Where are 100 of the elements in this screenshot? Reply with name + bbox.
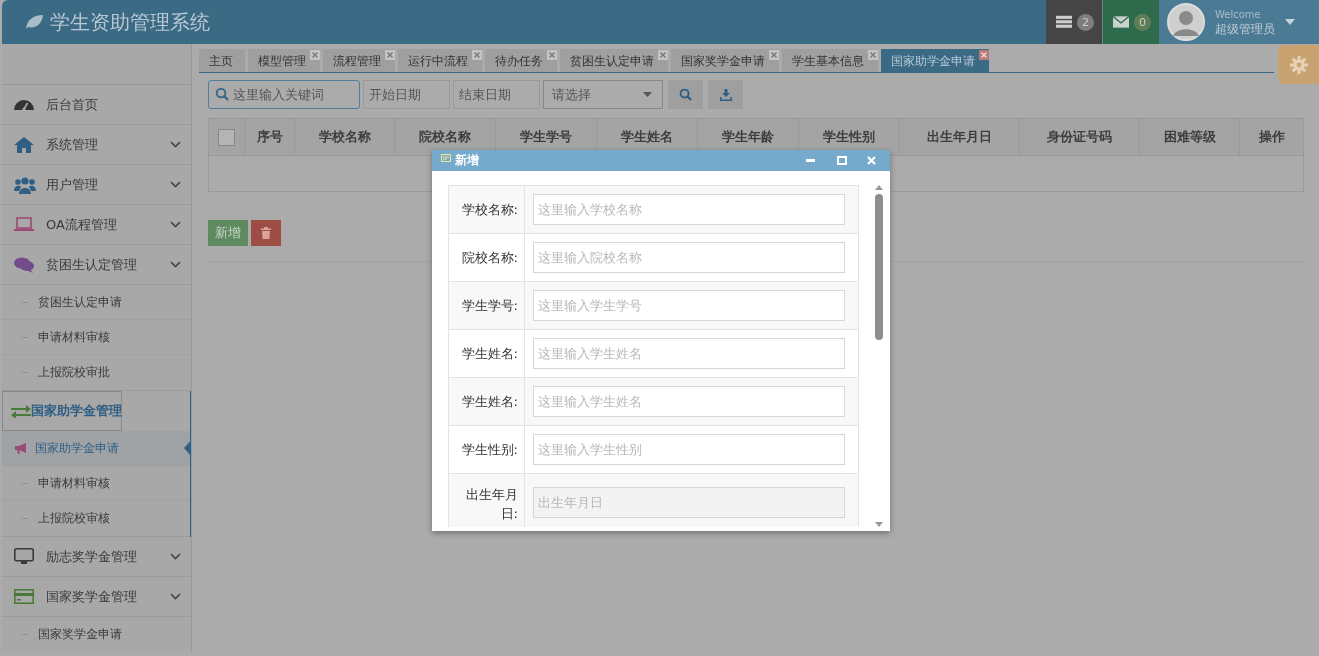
credit-card-icon bbox=[14, 589, 34, 604]
window-icon bbox=[441, 154, 451, 162]
menu-item[interactable]: 贫困生认定管理 bbox=[2, 245, 191, 285]
welcome-text: Welcome bbox=[1215, 8, 1262, 22]
input-field[interactable]: 这里输入学校名称 bbox=[533, 194, 845, 225]
settings-icon bbox=[1289, 55, 1308, 74]
column-header: 困难等级 bbox=[1140, 119, 1240, 155]
close-icon[interactable] bbox=[868, 50, 878, 60]
field-label: 学校名称: bbox=[449, 186, 525, 233]
envelope-icon bbox=[1113, 16, 1129, 28]
scroll-down-icon[interactable] bbox=[875, 522, 883, 527]
tab[interactable]: 运行中流程 bbox=[398, 49, 482, 72]
field-label: 院校名称: bbox=[449, 234, 525, 281]
checkbox[interactable] bbox=[218, 128, 235, 146]
add-button[interactable]: 新增 bbox=[208, 220, 248, 246]
megaphone-icon bbox=[15, 442, 27, 454]
input-field[interactable]: 这里输入学生性别 bbox=[533, 434, 845, 465]
menu-item[interactable]: 国家奖学金管理 bbox=[2, 577, 191, 617]
laptop-icon bbox=[14, 217, 34, 232]
input-field[interactable]: 这里输入学生姓名 bbox=[533, 338, 845, 369]
field-label: 出生年月日: bbox=[449, 474, 525, 527]
close-icon[interactable] bbox=[385, 50, 395, 60]
tab[interactable]: 模型管理 bbox=[248, 49, 320, 72]
avatar-icon bbox=[1167, 3, 1205, 41]
tab[interactable]: 主页 bbox=[199, 49, 245, 72]
leaf-icon bbox=[24, 14, 44, 30]
dialog-title: 新增 bbox=[455, 152, 479, 169]
scroll-up-icon[interactable] bbox=[875, 185, 883, 190]
chat-bubbles-icon bbox=[14, 256, 34, 273]
download-icon bbox=[719, 88, 732, 101]
trash-icon bbox=[261, 227, 271, 239]
close-icon[interactable] bbox=[310, 50, 320, 60]
close-icon[interactable] bbox=[769, 50, 779, 60]
user-menu[interactable]: Welcome 超级管理员 bbox=[1159, 0, 1319, 44]
tab[interactable]: 国家助学金申请 bbox=[881, 49, 989, 72]
tab[interactable]: 贫困生认定申请 bbox=[560, 49, 668, 72]
close-icon[interactable] bbox=[547, 50, 557, 60]
tab[interactable]: 国家奖学金申请 bbox=[671, 49, 779, 72]
close-icon[interactable] bbox=[658, 50, 668, 60]
maximize-icon[interactable] bbox=[837, 156, 847, 165]
select-dropdown[interactable]: 请选择 bbox=[543, 80, 663, 109]
menu-item[interactable]: 用户管理 bbox=[2, 165, 191, 205]
monitor-icon bbox=[14, 548, 34, 565]
search-icon bbox=[215, 87, 229, 101]
submenu-item[interactable]: 国家助学金申请 bbox=[2, 431, 190, 466]
end-date-field[interactable]: 结束日期 bbox=[453, 80, 540, 109]
menu-item[interactable]: 励志奖学金管理 bbox=[2, 537, 191, 577]
chevron-down-icon bbox=[170, 221, 181, 228]
menu-item[interactable]: 国家助学金管理 bbox=[2, 391, 122, 431]
field-label: 学生姓名: bbox=[449, 330, 525, 377]
settings-button[interactable] bbox=[1278, 45, 1319, 84]
menu-item[interactable]: OA流程管理 bbox=[2, 205, 191, 245]
tasks-button[interactable]: 2 bbox=[1046, 0, 1102, 44]
submenu-item[interactable]: 上报院校审核 bbox=[2, 501, 190, 536]
count-badge: 2 bbox=[1077, 13, 1094, 31]
column-header: 学校名称 bbox=[295, 119, 395, 155]
submenu-item[interactable]: 上报院校审批 bbox=[2, 355, 191, 390]
field-label: 学生学号: bbox=[449, 282, 525, 329]
close-icon[interactable] bbox=[472, 50, 482, 60]
column-header: 出生年月日 bbox=[900, 119, 1020, 155]
menu-item[interactable]: 系统管理 bbox=[2, 125, 191, 165]
search-button[interactable] bbox=[668, 80, 703, 109]
input-field[interactable]: 这里输入院校名称 bbox=[533, 242, 845, 273]
active-indicator bbox=[184, 439, 191, 457]
submenu-item[interactable]: 申请材料审核 bbox=[2, 466, 190, 501]
download-button[interactable] bbox=[708, 80, 743, 109]
column-header: 序号 bbox=[245, 119, 295, 155]
messages-button[interactable]: 0 bbox=[1102, 0, 1159, 44]
app-title: 学生资助管理系统 bbox=[50, 8, 210, 36]
submenu-item[interactable]: 贫困生认定申请 bbox=[2, 285, 191, 320]
input-field[interactable]: 这里输入学生学号 bbox=[533, 290, 845, 321]
dashboard-icon bbox=[14, 99, 34, 110]
menu-item[interactable]: 后台首页 bbox=[2, 85, 191, 125]
submenu-item[interactable]: 申请材料审核 bbox=[2, 320, 191, 355]
chevron-down-icon bbox=[170, 261, 181, 268]
field-label: 学生姓名: bbox=[449, 378, 525, 425]
count-badge: 0 bbox=[1134, 13, 1151, 31]
input-field[interactable]: 这里输入学生姓名 bbox=[533, 386, 845, 417]
start-date-field[interactable]: 开始日期 bbox=[363, 80, 450, 109]
user-name: 超级管理员 bbox=[1215, 22, 1275, 36]
chevron-down-icon bbox=[170, 553, 181, 560]
chevron-down-icon bbox=[170, 181, 181, 188]
tab[interactable]: 学生基本信息 bbox=[782, 49, 878, 72]
column-header: 操作 bbox=[1257, 128, 1286, 146]
search-field[interactable]: 这里输入关键词 bbox=[208, 80, 360, 109]
submenu-item[interactable]: 国家奖学金申请 bbox=[2, 617, 191, 652]
tab[interactable]: 待办任务 bbox=[485, 49, 557, 72]
scrollbar-thumb[interactable] bbox=[875, 194, 883, 340]
search-icon bbox=[679, 88, 692, 101]
tasks-icon bbox=[1056, 15, 1072, 29]
caret-icon bbox=[643, 92, 652, 97]
users-icon bbox=[14, 175, 36, 194]
delete-button[interactable] bbox=[251, 220, 281, 246]
chevron-down-icon bbox=[170, 593, 181, 600]
chevron-down-icon bbox=[170, 141, 181, 148]
caret-icon bbox=[1285, 19, 1295, 25]
exchange-icon bbox=[11, 404, 31, 418]
tab[interactable]: 流程管理 bbox=[323, 49, 395, 72]
home-icon bbox=[14, 136, 34, 153]
column-header: 身份证号码 bbox=[1020, 119, 1140, 155]
